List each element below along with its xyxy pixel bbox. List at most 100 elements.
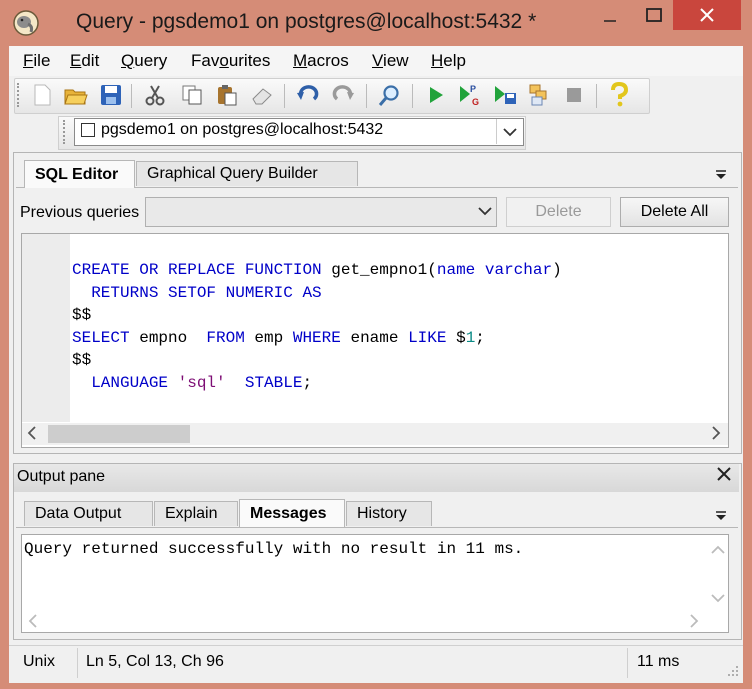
chevron-up-icon — [711, 545, 725, 554]
sql-identifier: ename — [340, 328, 409, 347]
clear-button[interactable] — [250, 82, 274, 108]
delete-button[interactable]: Delete — [506, 197, 611, 227]
find-button[interactable] — [378, 82, 402, 108]
sql-punctuation: ; — [302, 373, 313, 392]
scroll-right-button[interactable] — [711, 426, 721, 445]
menu-file-key: F — [23, 51, 34, 70]
menu-edit[interactable]: Edit — [70, 51, 99, 71]
new-file-icon — [34, 84, 51, 106]
toolbar-separator — [366, 84, 367, 108]
sql-code[interactable]: CREATE OR REPLACE FUNCTION get_empno1(na… — [72, 259, 562, 394]
tab-data-output[interactable]: Data Output — [24, 501, 153, 526]
previous-queries-select[interactable] — [145, 197, 497, 227]
execute-to-file-icon — [495, 86, 516, 104]
status-line-ending: Unix — [23, 653, 56, 670]
resize-grip[interactable] — [727, 664, 739, 682]
connection-dropdown-button[interactable] — [496, 119, 522, 144]
code-line: CREATE OR REPLACE FUNCTION get_empno1(na… — [72, 259, 562, 282]
chevron-left-icon — [27, 426, 36, 440]
sql-keyword: WHERE — [292, 328, 341, 347]
code-line: $$ — [72, 349, 562, 372]
menu-macros[interactable]: Macros — [293, 51, 349, 71]
maximize-button[interactable] — [635, 0, 673, 30]
pgadmin-elephant-icon[interactable] — [12, 9, 40, 37]
minimize-icon — [604, 20, 616, 22]
cut-button[interactable] — [143, 82, 167, 108]
copy-button[interactable] — [180, 82, 204, 108]
menu-file[interactable]: File — [23, 51, 50, 71]
connection-toolbar-grip[interactable] — [63, 120, 68, 144]
status-query-time: 11 ms — [637, 653, 680, 670]
menu-help-key: H — [431, 51, 444, 70]
editor-gutter — [22, 234, 70, 422]
scroll-left-button[interactable] — [27, 426, 37, 445]
editor-scroll-thumb[interactable] — [48, 425, 190, 443]
tab-explain[interactable]: Explain — [154, 501, 238, 526]
new-file-button[interactable] — [30, 82, 54, 108]
chevron-right-icon — [690, 614, 699, 628]
cancel-query-button[interactable] — [562, 82, 586, 108]
chevron-down-icon — [502, 127, 517, 136]
toolbar-separator — [284, 84, 285, 108]
dropdown-arrow-icon — [716, 170, 726, 179]
sql-punctuation: ) — [552, 261, 562, 279]
delete-all-button[interactable]: Delete All — [620, 197, 729, 227]
close-window-button[interactable] — [673, 0, 741, 30]
sql-dollar-quote: $$ — [72, 351, 92, 369]
toolbar-grip[interactable] — [17, 83, 22, 107]
editor-tab-menu-button[interactable] — [714, 168, 728, 182]
menu-view-label: iew — [383, 51, 409, 70]
scroll-up-button[interactable] — [711, 542, 725, 560]
paste-button[interactable] — [215, 82, 239, 108]
menu-edit-label: dit — [81, 51, 100, 70]
menu-favourites[interactable]: Favourites — [191, 51, 270, 71]
sql-identifier: empno — [129, 328, 207, 347]
redo-icon — [332, 85, 354, 101]
help-button[interactable] — [607, 82, 631, 108]
menu-query[interactable]: Query — [121, 51, 167, 71]
copy-icon — [182, 85, 202, 105]
code-line: RETURNS SETOF NUMERIC AS — [72, 282, 562, 305]
menu-query-label: uery — [134, 51, 168, 70]
menu-favourites-key: o — [219, 51, 229, 70]
dropdown-arrow-icon — [716, 511, 726, 520]
redo-button[interactable] — [331, 82, 355, 108]
paste-icon — [218, 85, 237, 106]
tab-sql-editor[interactable]: SQL Editor — [24, 160, 135, 188]
stop-icon — [567, 88, 581, 102]
minimize-button[interactable] — [585, 0, 635, 30]
output-pane-close-button[interactable] — [716, 465, 732, 488]
scroll-down-button[interactable] — [711, 590, 725, 608]
explain-query-button[interactable]: PG — [458, 82, 482, 108]
open-folder-icon — [64, 89, 88, 105]
open-file-button[interactable] — [64, 82, 88, 108]
sql-string: 'sql' — [177, 373, 226, 392]
sql-keyword: LANGUAGE — [72, 373, 178, 392]
pgscript-button[interactable] — [528, 82, 552, 108]
window-title: Query - pgsdemo1 on postgres@localhost:5… — [76, 10, 537, 33]
close-icon — [700, 8, 714, 22]
previous-queries-dropdown-button[interactable] — [478, 203, 492, 221]
tab-graphical-query-builder[interactable]: Graphical Query Builder — [136, 161, 358, 186]
sql-keyword: SELECT — [72, 328, 130, 347]
menu-view[interactable]: View — [372, 51, 409, 71]
tab-history[interactable]: History — [346, 501, 432, 526]
save-button[interactable] — [99, 82, 123, 108]
menu-help-label: elp — [443, 51, 466, 70]
messages-scroll-right-button[interactable] — [689, 614, 699, 633]
chevron-left-icon — [28, 614, 37, 628]
menu-query-key: Q — [121, 51, 135, 70]
execute-button[interactable] — [424, 82, 448, 108]
execute-to-file-button[interactable] — [493, 82, 517, 108]
undo-button[interactable] — [296, 82, 320, 108]
sql-keyword: RETURNS SETOF NUMERIC AS — [72, 283, 322, 302]
messages-scroll-left-button[interactable] — [28, 614, 38, 633]
connection-checkbox[interactable] — [81, 123, 95, 137]
tab-messages[interactable]: Messages — [239, 499, 345, 527]
output-tab-menu-button[interactable] — [714, 509, 728, 523]
scissors-icon — [145, 85, 165, 106]
sql-number: 1 — [465, 328, 476, 347]
menu-help[interactable]: Help — [431, 51, 466, 71]
menu-edit-key: E — [70, 51, 82, 70]
sql-identifier: emp — [244, 328, 293, 347]
